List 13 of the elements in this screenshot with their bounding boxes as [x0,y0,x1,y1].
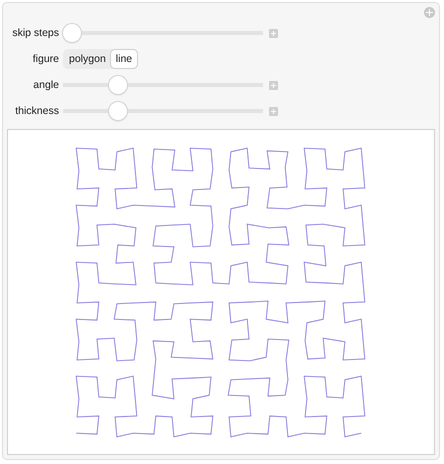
control-label: thickness [14,105,60,117]
option-button[interactable]: polygon [64,50,111,68]
control-label: figure [32,53,60,65]
control-label: skip steps [11,27,60,39]
option-button[interactable]: line [110,50,138,68]
expand-icon[interactable] [269,106,278,116]
expand-icon[interactable] [269,28,278,38]
slider-thumb[interactable] [63,24,81,42]
add-icon[interactable] [424,7,435,18]
slider-thumb[interactable] [108,76,126,94]
slider-thumb[interactable] [108,102,126,120]
expand-icon[interactable] [269,80,278,90]
control-label: angle [32,79,60,91]
